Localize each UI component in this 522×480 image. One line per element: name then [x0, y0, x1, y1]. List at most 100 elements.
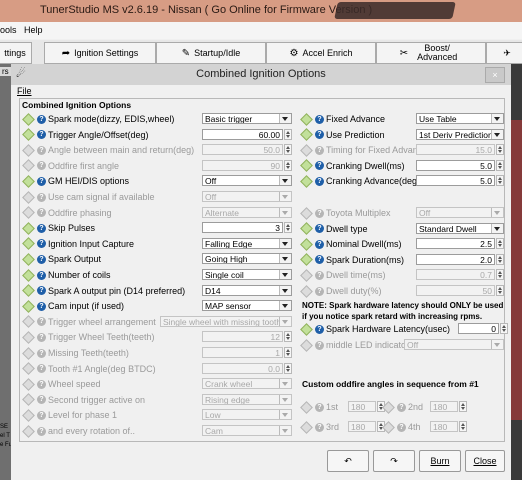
help-icon[interactable]: ? — [315, 324, 324, 334]
help-icon[interactable]: ? — [37, 364, 46, 374]
help-icon[interactable]: ? — [37, 426, 46, 436]
spinner-arrows[interactable] — [496, 253, 504, 265]
pencil-icon — [22, 159, 35, 173]
help-icon[interactable]: ? — [37, 332, 46, 342]
cranking-dwell-ms-field[interactable]: 5.0 — [416, 159, 495, 171]
number-of-coils-select[interactable]: Single coil — [202, 269, 292, 280]
tab-ignition-settings[interactable]: ➦ Ignition Settings — [44, 42, 156, 64]
tab-startup-idle[interactable]: ✎ Startup/Idle — [156, 42, 266, 64]
help-icon[interactable]: ? — [37, 270, 46, 280]
pencil-icon — [382, 400, 395, 414]
help-icon[interactable]: ? — [315, 402, 324, 412]
help-icon[interactable]: ? — [315, 130, 324, 140]
help-icon[interactable]: ? — [315, 422, 324, 432]
setting-spark-mode-dizzy-edis-wheel: ? Spark mode(dizzy, EDIS,wheel) — [22, 112, 174, 126]
help-icon[interactable]: ? — [37, 176, 46, 186]
menu-tools[interactable]: ools — [0, 25, 17, 35]
help-icon[interactable]: ? — [315, 176, 324, 186]
help-icon[interactable]: ? — [315, 239, 324, 249]
pencil-icon — [22, 377, 35, 391]
undo-button[interactable]: ↶ — [327, 450, 369, 472]
spark-mode-dizzy-edis-wheel-select[interactable]: Basic trigger — [202, 113, 292, 124]
help-icon[interactable]: ? — [37, 395, 46, 405]
setting-label: Spark Hardware Latency(usec) — [326, 324, 451, 334]
cranking-advance-degrees-field[interactable]: 5.0 — [416, 175, 495, 187]
spinner-arrows[interactable] — [284, 222, 292, 234]
spark-output-select[interactable]: Going High — [202, 253, 292, 265]
cam-input-if-used-select[interactable]: MAP sensor — [202, 300, 292, 312]
spinner-arrows[interactable] — [496, 238, 504, 250]
help-icon[interactable]: ? — [37, 145, 46, 155]
help-icon[interactable]: ? — [37, 254, 46, 264]
tab-boost-advanced[interactable]: ✂ Boost/ Advanced — [376, 42, 486, 64]
spark-duration-ms-field[interactable]: 2.0 — [416, 253, 495, 265]
setting-label: and every rotation of.. — [48, 426, 136, 436]
use-prediction-select[interactable]: 1st Deriv Prediction — [416, 128, 504, 140]
ignition-input-capture-select[interactable]: Falling Edge — [202, 237, 292, 249]
spark-hardware-latency-usec-field[interactable]: 0 — [458, 323, 499, 334]
chevron-down-icon — [279, 410, 291, 420]
help-icon[interactable]: ? — [37, 208, 46, 218]
menu-file[interactable]: File — [17, 86, 32, 96]
options-panel: Combined Ignition Options ? Spark mode(di… — [19, 98, 508, 442]
close-icon[interactable]: × — [485, 67, 505, 83]
dwell-type-select[interactable]: Standard Dwell — [416, 222, 504, 234]
skip-pulses-field[interactable]: 3 — [202, 222, 283, 234]
help-icon[interactable]: ? — [315, 224, 324, 234]
nominal-dwell-ms-field[interactable]: 2.5 — [416, 238, 495, 250]
pencil-icon — [22, 221, 35, 235]
select-value: Single coil — [205, 270, 244, 280]
help-icon[interactable]: ? — [315, 114, 324, 124]
spinner-arrows[interactable] — [500, 323, 508, 334]
spinner-arrows[interactable] — [284, 128, 292, 140]
help-icon[interactable]: ? — [397, 402, 406, 412]
chevron-down-icon — [491, 129, 503, 139]
spinner-arrows[interactable] — [496, 175, 504, 187]
chevron-down-icon — [279, 238, 291, 248]
setting-label: Trigger Wheel Teeth(teeth) — [48, 332, 155, 343]
help-icon[interactable]: ? — [37, 379, 46, 389]
close-button[interactable]: Close — [465, 450, 505, 472]
help-icon[interactable]: ? — [37, 130, 46, 140]
tab-accel-enrich[interactable]: ⚙ Accel Enrich — [266, 42, 376, 64]
burn-button[interactable]: Burn — [419, 450, 461, 472]
trigger-angle-offset-deg-field[interactable]: 60.00 — [202, 128, 283, 140]
timing-for-fixed-advance-degrees-field: 15.0 — [416, 144, 495, 156]
help-icon[interactable]: ? — [37, 239, 46, 249]
redo-button[interactable]: ↷ — [373, 450, 415, 472]
tab-settings[interactable]: ttings — [0, 42, 32, 64]
spinner-arrows[interactable] — [496, 159, 504, 171]
fixed-advance-select[interactable]: Use Table — [416, 113, 504, 124]
app-menu-bar: ools Help — [0, 22, 522, 39]
help-icon[interactable]: ? — [37, 348, 46, 358]
wheel-speed-select: Crank wheel — [202, 378, 292, 390]
help-icon[interactable]: ? — [37, 192, 46, 202]
help-icon[interactable]: ? — [37, 114, 46, 124]
menu-help[interactable]: Help — [24, 25, 43, 35]
help-icon[interactable]: ? — [37, 301, 46, 311]
oddfire-label: 4th — [408, 422, 421, 432]
gm-hei-dis-options-select[interactable]: Off — [202, 175, 292, 187]
help-icon[interactable]: ? — [315, 161, 324, 171]
help-icon[interactable]: ? — [315, 270, 324, 280]
help-icon[interactable]: ? — [315, 255, 324, 265]
select-value: Off — [419, 208, 431, 218]
spark-a-output-pin-d14-preferred-select[interactable]: D14 — [202, 284, 292, 296]
help-icon[interactable]: ? — [37, 286, 46, 296]
help-icon[interactable]: ? — [37, 410, 46, 420]
help-icon[interactable]: ? — [397, 422, 406, 432]
help-icon[interactable]: ? — [315, 145, 324, 155]
help-icon[interactable]: ? — [37, 161, 46, 171]
help-icon[interactable]: ? — [315, 340, 324, 350]
help-icon[interactable]: ? — [315, 286, 324, 296]
setting-spark-output: ? Spark Output — [22, 253, 101, 266]
dialog-menu-bar: File — [11, 85, 511, 97]
pencil-icon — [300, 159, 313, 173]
help-icon[interactable]: ? — [37, 223, 46, 233]
help-icon[interactable]: ? — [315, 208, 324, 218]
help-icon[interactable]: ? — [37, 317, 46, 327]
tab-more[interactable]: ✈ — [486, 42, 522, 64]
app-title: TunerStudio MS v2.6.19 - Nissan ( Go Onl… — [40, 4, 373, 16]
select-value: Off — [205, 176, 217, 187]
setting-label: Toyota Multiplex — [326, 208, 391, 218]
